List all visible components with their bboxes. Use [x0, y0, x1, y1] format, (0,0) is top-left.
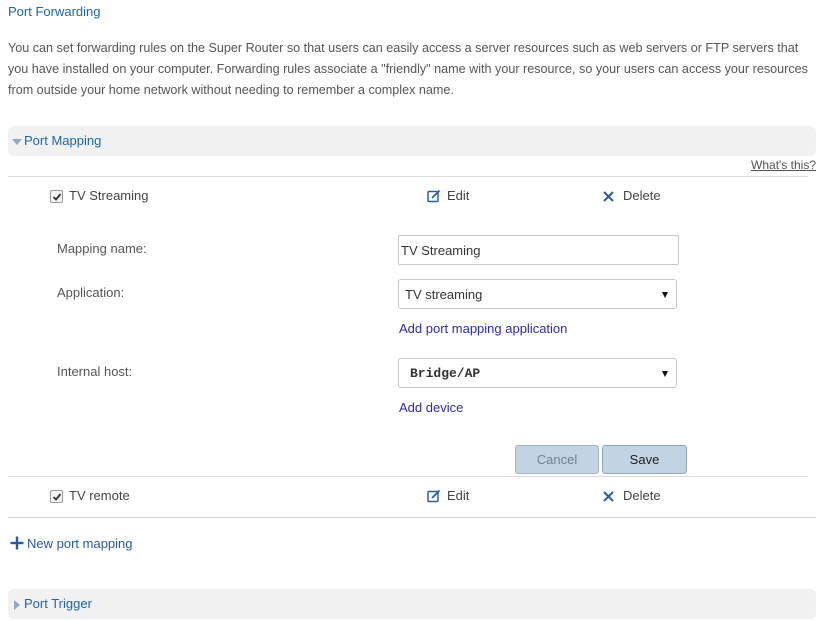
delete-button[interactable]: Delete [603, 488, 661, 503]
edit-button[interactable]: Edit [427, 188, 469, 203]
dropdown-arrow-icon [662, 371, 668, 377]
port-mapping-section-label: Port Mapping [24, 133, 102, 148]
page-title: Port Forwarding [8, 4, 101, 19]
edit-label: Edit [447, 488, 470, 503]
divider [8, 176, 808, 177]
cancel-button[interactable]: Cancel [515, 445, 599, 474]
add-application-link[interactable]: Add port mapping application [399, 321, 567, 336]
triangle-down-icon [12, 139, 22, 145]
dropdown-arrow-icon [662, 292, 668, 298]
application-label: Application: [57, 285, 125, 300]
new-port-mapping-button[interactable]: New port mapping [9, 535, 133, 551]
internal-host-select[interactable]: Bridge/AP [398, 358, 677, 388]
add-device-link[interactable]: Add device [399, 400, 463, 415]
delete-label: Delete [623, 488, 661, 503]
delete-label: Delete [623, 188, 661, 203]
x-icon [603, 191, 614, 202]
mapping-name-label: Mapping name: [57, 241, 147, 256]
application-select-value: TV streaming [405, 287, 483, 302]
plus-icon [10, 536, 24, 550]
checkmark-icon [52, 493, 62, 501]
internal-host-select-value: Bridge/AP [410, 366, 481, 381]
application-select[interactable]: TV streaming [398, 279, 677, 309]
checkmark-icon [52, 193, 62, 201]
whats-this-link[interactable]: What's this? [751, 158, 816, 172]
triangle-right-icon [14, 600, 20, 610]
delete-button[interactable]: Delete [603, 188, 661, 203]
port-trigger-section-label: Port Trigger [24, 596, 92, 611]
new-port-mapping-label: New port mapping [27, 536, 133, 551]
save-button[interactable]: Save [602, 445, 687, 474]
port-mapping-section-header[interactable]: Port Mapping [8, 126, 816, 156]
edit-label: Edit [447, 188, 470, 203]
internal-host-label: Internal host: [57, 364, 133, 379]
intro-text: You can set forwarding rules on the Supe… [8, 41, 808, 97]
port-trigger-section-header[interactable]: Port Trigger [8, 589, 816, 619]
divider [8, 476, 808, 477]
x-icon [603, 491, 614, 502]
row-checkbox[interactable] [50, 190, 63, 203]
row-checkbox[interactable] [50, 490, 63, 503]
mapping-name-text: TV Streaming [69, 188, 149, 203]
mapping-name-input[interactable] [398, 235, 679, 265]
pencil-square-icon [427, 489, 441, 503]
edit-button[interactable]: Edit [427, 488, 469, 503]
pencil-square-icon [427, 189, 441, 203]
mapping-name-text: TV remote [69, 488, 130, 503]
divider [8, 517, 816, 518]
